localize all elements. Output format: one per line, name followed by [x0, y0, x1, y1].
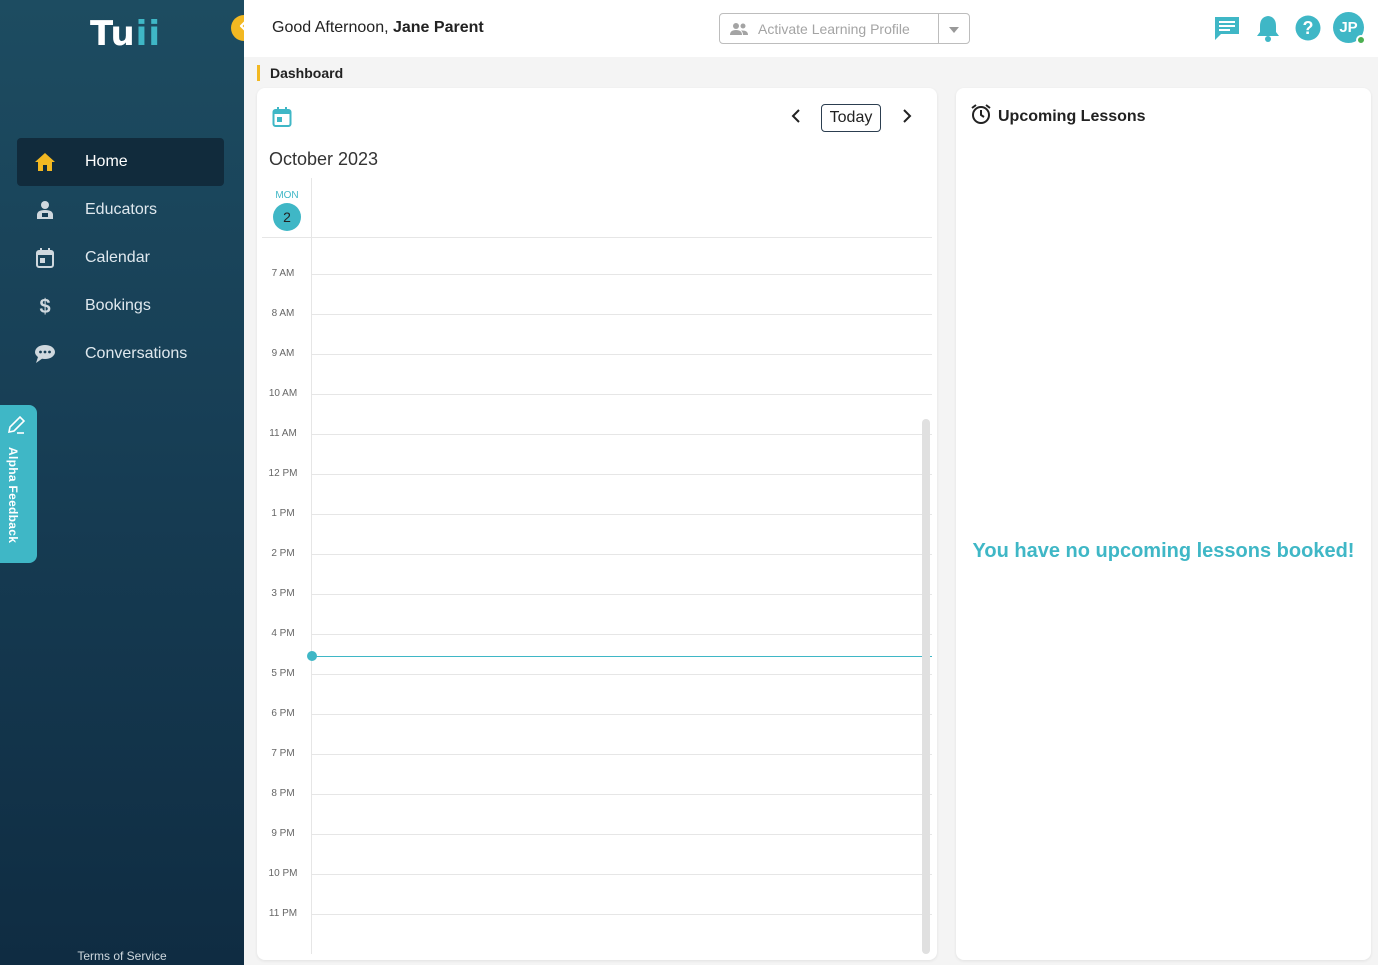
top-icons: ? JP — [1199, 12, 1366, 45]
sidebar-item-bookings[interactable]: $ Bookings — [17, 282, 224, 330]
educators-icon — [17, 200, 73, 220]
learning-profile-placeholder: Activate Learning Profile — [758, 20, 910, 37]
learning-profile-dropdown-button[interactable] — [938, 14, 969, 43]
hour-label: 8 PM — [271, 788, 295, 799]
time-column-divider — [311, 178, 312, 954]
hour-label: 11 PM — [268, 908, 298, 919]
pencil-icon — [6, 415, 26, 440]
upcoming-lessons-header: Upcoming Lessons — [970, 103, 1146, 130]
no-lessons-message: You have no upcoming lessons booked! — [972, 540, 1355, 562]
notifications-bell-icon[interactable] — [1255, 14, 1281, 42]
hour-gridline — [311, 274, 932, 275]
sidebar-item-conversations[interactable]: Conversations — [17, 330, 224, 378]
day-number: 2 — [273, 203, 301, 231]
tuii-logo[interactable]: Tuii — [90, 14, 161, 54]
hour-label: 7 PM — [271, 748, 295, 759]
hour-gridline — [311, 394, 932, 395]
hour-label: 11 AM — [269, 428, 297, 439]
hour-label: 10 AM — [268, 388, 298, 399]
chevron-right-icon — [902, 108, 912, 128]
sidebar-item-label: Calendar — [85, 249, 150, 266]
day-name: MON — [275, 190, 299, 201]
top-bar: Good Afternoon, Jane Parent Activate Lea… — [244, 0, 1378, 57]
greeting-prefix: Good Afternoon, — [272, 19, 389, 36]
hour-label: 9 AM — [271, 348, 295, 359]
greeting: Good Afternoon, Jane Parent — [272, 19, 484, 37]
sidebar-item-label: Home — [85, 153, 128, 170]
current-time-dot — [307, 651, 317, 661]
sidebar-item-calendar[interactable]: Calendar — [17, 234, 224, 282]
sidebar-item-label: Bookings — [85, 297, 151, 314]
hour-label: 4 PM — [271, 628, 295, 639]
header-divider — [262, 237, 932, 238]
hour-gridline — [311, 634, 932, 635]
hour-label: 8 AM — [271, 308, 295, 319]
today-button[interactable]: Today — [821, 104, 881, 132]
hour-label: 3 PM — [271, 588, 295, 599]
avatar-initials: JP — [1339, 19, 1358, 36]
next-button[interactable] — [895, 106, 919, 130]
hour-label: 2 PM — [271, 548, 295, 559]
help-icon[interactable]: ? — [1295, 15, 1321, 41]
hour-label: 1 PM — [271, 508, 295, 519]
hour-gridline — [311, 794, 932, 795]
svg-text:$: $ — [39, 296, 50, 317]
day-header[interactable]: MON 2 — [273, 190, 301, 231]
calendar-icon[interactable] — [272, 107, 292, 132]
user-name: Jane Parent — [392, 19, 484, 36]
terms-of-service-link[interactable]: Terms of Service — [0, 949, 244, 963]
learning-profile-select[interactable]: Activate Learning Profile — [719, 13, 970, 44]
dollar-icon: $ — [17, 295, 73, 317]
online-status-dot — [1356, 35, 1366, 45]
calendar-card: Today October 2023 MON 2 7 AM 8 AM 9 AM 10 … — [257, 88, 937, 960]
hour-gridline — [311, 434, 932, 435]
chevron-left-icon — [791, 108, 801, 128]
alarm-clock-icon — [970, 103, 992, 130]
hour-gridline — [311, 554, 932, 555]
users-icon — [720, 22, 758, 36]
hour-gridline — [311, 514, 932, 515]
alpha-feedback-tab[interactable]: Alpha Feedback — [0, 405, 37, 563]
hour-gridline — [311, 754, 932, 755]
hour-label: 10 PM — [268, 868, 298, 879]
calendar-navigation: Today — [784, 104, 919, 132]
upcoming-lessons-card: Upcoming Lessons You have no upcoming le… — [956, 88, 1371, 960]
hour-gridline — [311, 914, 932, 915]
hour-gridline — [311, 354, 932, 355]
hour-gridline — [311, 474, 932, 475]
calendar-icon — [17, 248, 73, 268]
home-icon — [17, 152, 73, 172]
caret-down-icon — [948, 21, 960, 37]
sidebar-item-home[interactable]: Home — [17, 138, 224, 186]
hour-label: 6 PM — [271, 708, 295, 719]
hour-label: 12 PM — [268, 468, 298, 479]
messages-icon[interactable] — [1213, 14, 1241, 42]
alpha-feedback-label: Alpha Feedback — [6, 447, 20, 544]
avatar[interactable]: JP — [1333, 12, 1366, 45]
hour-gridline — [311, 714, 932, 715]
sidebar-item-educators[interactable]: Educators — [17, 186, 224, 234]
hour-label: 7 AM — [271, 268, 295, 279]
hour-gridline — [311, 314, 932, 315]
breadcrumb: Dashboard — [257, 65, 343, 81]
current-time-line — [312, 656, 932, 657]
chat-bubble-icon — [17, 344, 73, 364]
month-title: October 2023 — [269, 149, 379, 169]
svg-text:?: ? — [1303, 18, 1314, 38]
hour-gridline — [311, 674, 932, 675]
upcoming-lessons-title: Upcoming Lessons — [998, 107, 1146, 125]
sidebar-item-label: Conversations — [85, 345, 188, 362]
sidebar-item-label: Educators — [85, 201, 158, 218]
hour-gridline — [311, 874, 932, 875]
sidebar-nav: Home Educators Calendar $ Bookings Conve… — [17, 138, 224, 378]
calendar-scrollbar[interactable] — [922, 419, 930, 954]
previous-button[interactable] — [784, 106, 808, 130]
hour-label: 9 PM — [271, 828, 295, 839]
hour-gridline — [311, 594, 932, 595]
hour-gridline — [311, 834, 932, 835]
hour-label: 5 PM — [271, 668, 295, 679]
